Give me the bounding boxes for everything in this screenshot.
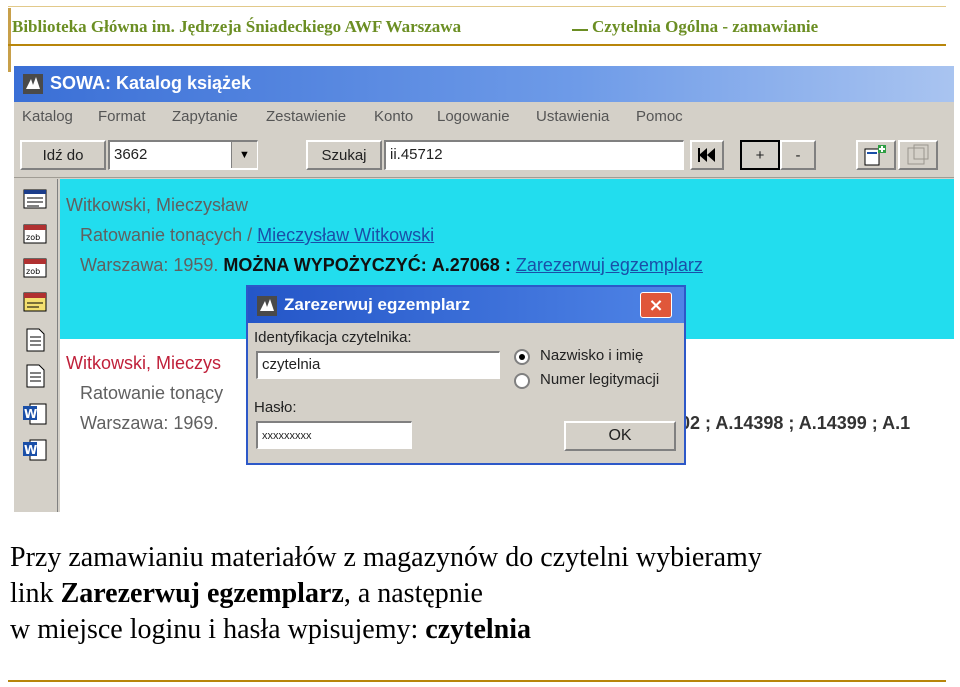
caption-link-name: Zarezerwuj egzemplarz — [60, 578, 344, 609]
record-imprint-line: Warszawa: 1959. MOŻNA WYPOŻYCZYĆ: A.2706… — [80, 255, 703, 276]
radio-name-label: Nazwisko i imię — [540, 347, 644, 364]
availability-status: MOŻNA WYPOŻYCZYĆ: — [223, 255, 427, 275]
side-toolbar: zob zob W W — [14, 179, 58, 512]
svg-text:W: W — [24, 443, 37, 457]
svg-text:zob: zob — [26, 233, 40, 242]
header-dash — [572, 29, 588, 31]
menubar: Katalog Format Zapytanie Zestawienie Kon… — [14, 102, 954, 132]
reader-id-label: Identyfikacja czytelnika: — [254, 329, 412, 346]
close-icon[interactable]: × — [640, 292, 672, 318]
goto-combo-value: 3662 — [114, 146, 148, 163]
document-icon-2[interactable] — [22, 363, 48, 389]
caption-line-2-post: , a następnie — [343, 578, 483, 609]
record-signature: A.27068 : — [431, 255, 511, 275]
zob-card-icon-2[interactable]: zob — [22, 255, 48, 281]
window-title: SOWA: Katalog książek — [50, 73, 252, 93]
header-left-bar — [8, 8, 11, 72]
radio-name[interactable] — [514, 349, 530, 365]
svg-text:W: W — [24, 407, 37, 421]
reserve-dialog: Zarezerwuj egzemplarz × Identyfikacja cz… — [246, 285, 686, 465]
sowa-app-icon — [23, 74, 43, 94]
caption-line-1: Przy zamawianiu materiałów z magazynów d… — [10, 540, 955, 576]
author-link[interactable]: Mieczysław Witkowski — [257, 225, 434, 245]
reserve-copy-link[interactable]: Zarezerwuj egzemplarz — [516, 255, 703, 275]
menu-logowanie[interactable]: Logowanie — [437, 108, 510, 125]
record-list-icon[interactable] — [22, 187, 48, 213]
window-icon — [907, 144, 929, 165]
word-document-icon-2[interactable]: W — [22, 437, 48, 463]
caption-line-2-pre: link — [10, 578, 61, 609]
first-record-button[interactable] — [690, 140, 724, 170]
zob-card-icon[interactable]: zob — [22, 221, 48, 247]
plus-button[interactable]: + — [740, 140, 780, 170]
goto-combo[interactable]: 3662 ▼ — [108, 140, 258, 170]
sowa-app-icon — [257, 296, 277, 316]
toolbar: Idź do 3662 ▼ Szukaj ii.45712 + - — [14, 132, 954, 178]
menu-format[interactable]: Format — [98, 108, 146, 125]
record-author: Witkowski, Mieczysław — [66, 195, 249, 215]
caption-line-1-text: Przy zamawianiu materiałów z magazynów d… — [10, 542, 762, 573]
caption-line-2: link Zarezerwuj egzemplarz, a następnie — [10, 576, 955, 612]
document-icon[interactable] — [22, 327, 48, 353]
header-top-line — [8, 6, 946, 7]
caption-line-3: w miejsce loginu i hasła wpisujemy: czyt… — [10, 612, 955, 648]
search-input[interactable]: ii.45712 — [384, 140, 684, 170]
window-button-disabled[interactable] — [898, 140, 938, 170]
dialog-titlebar: Zarezerwuj egzemplarz × — [248, 287, 684, 323]
record2-signatures: 02 ; A.14398 ; A.14399 ; A.1 — [680, 413, 911, 433]
header-rule — [8, 44, 946, 46]
dialog-title: Zarezerwuj egzemplarz — [284, 295, 471, 314]
caption-line-3-pre: w miejsce loginu i hasła wpisujemy: — [10, 614, 426, 645]
reader-id-input[interactable]: czytelnia — [256, 351, 500, 379]
window-titlebar: SOWA: Katalog książek — [14, 66, 954, 102]
slide-caption: Przy zamawianiu materiałów z magazynów d… — [10, 540, 955, 648]
minus-button[interactable]: - — [780, 140, 816, 170]
menu-zestawienie[interactable]: Zestawienie — [266, 108, 346, 125]
menu-konto[interactable]: Konto — [374, 108, 413, 125]
header-section-title: Czytelnia Ogólna - zamawianie — [592, 17, 819, 36]
record-title: Ratowanie tonących / — [80, 225, 253, 245]
slide-header: Biblioteka Główna im. Jędrzeja Śniadecki… — [0, 0, 960, 74]
record-imprint: Warszawa: 1959. — [80, 255, 219, 275]
caption-login-value: czytelnia — [425, 614, 532, 645]
goto-button[interactable]: Idź do — [20, 140, 106, 170]
record2-imprint: Warszawa: 1969. — [80, 413, 219, 433]
menu-katalog[interactable]: Katalog — [22, 108, 73, 125]
record-title-line: Ratowanie tonących / Mieczysław Witkowsk… — [80, 225, 434, 246]
sowa-window: SOWA: Katalog książek Katalog Format Zap… — [14, 66, 954, 512]
catalog-card-icon[interactable] — [22, 289, 48, 315]
footer-rule — [8, 680, 946, 682]
password-label: Hasło: — [254, 399, 297, 416]
svg-text:zob: zob — [26, 267, 40, 276]
search-button[interactable]: Szukaj — [306, 140, 382, 170]
ok-button[interactable]: OK — [564, 421, 676, 451]
menu-pomoc[interactable]: Pomoc — [636, 108, 683, 125]
menu-ustawienia[interactable]: Ustawienia — [536, 108, 609, 125]
radio-card-number[interactable] — [514, 373, 530, 389]
chevron-down-icon[interactable]: ▼ — [231, 142, 257, 168]
word-document-icon[interactable]: W — [22, 401, 48, 427]
radio-card-label: Numer legitymacji — [540, 371, 660, 388]
skip-first-icon — [698, 148, 715, 162]
add-window-button[interactable] — [856, 140, 896, 170]
menu-zapytanie[interactable]: Zapytanie — [172, 108, 238, 125]
header-library-name: Biblioteka Główna im. Jędrzeja Śniadecki… — [12, 17, 462, 36]
record2-title: Ratowanie tonący — [80, 383, 224, 403]
password-input[interactable]: xxxxxxxxx — [256, 421, 412, 449]
record2-author: Witkowski, Mieczys — [66, 353, 222, 373]
window-add-icon — [864, 145, 886, 166]
